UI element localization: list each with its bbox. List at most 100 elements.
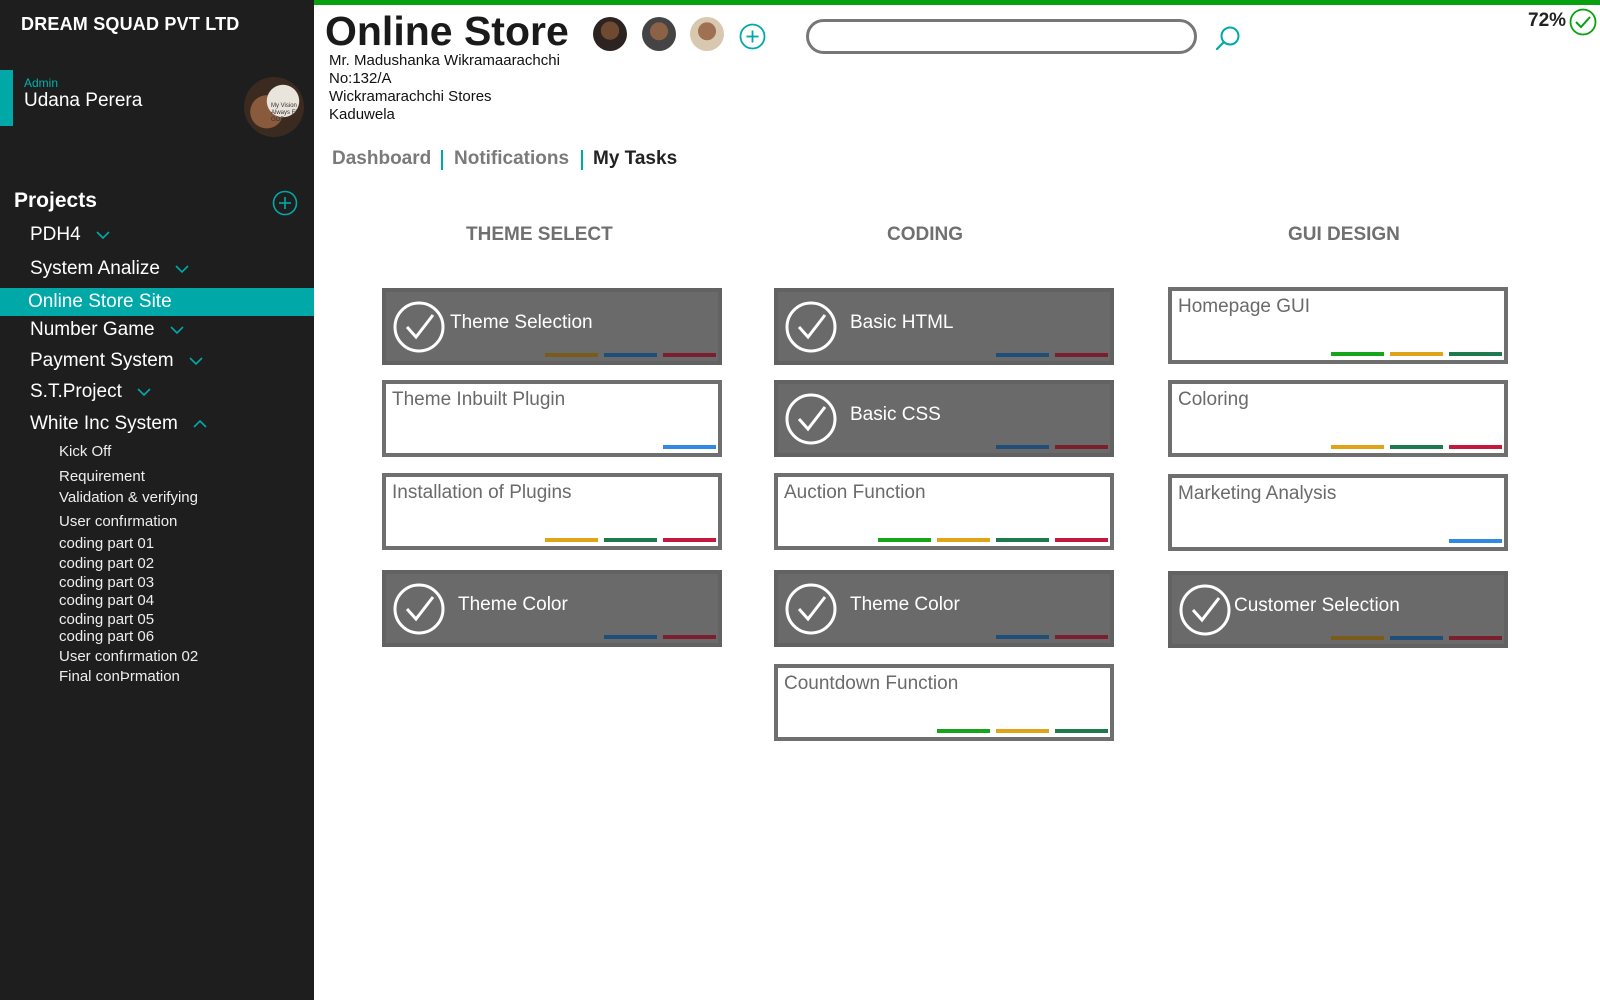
subitem-coding-part-02[interactable]: coding part 02 xyxy=(59,555,154,573)
add-member-icon[interactable] xyxy=(739,23,766,50)
check-circle-icon[interactable] xyxy=(784,300,838,354)
tag-bar-green xyxy=(1449,352,1502,356)
check-circle-icon[interactable] xyxy=(784,582,838,636)
tag-bar-amber xyxy=(1331,445,1384,449)
task-card[interactable]: Theme Inbuilt Plugin xyxy=(382,380,722,457)
tag-bar-navy xyxy=(996,353,1049,357)
task-card[interactable]: Coloring xyxy=(1168,380,1508,457)
tab-separator xyxy=(441,150,443,170)
project-item-payment-system[interactable]: Payment System xyxy=(30,346,203,376)
subitem-coding-part-04[interactable]: coding part 04 xyxy=(59,592,154,610)
task-card[interactable]: Theme Selection xyxy=(382,288,722,365)
subitem-user-confirmation[interactable]: User confırmation xyxy=(59,513,177,531)
tag-bar-crimson xyxy=(1449,445,1502,449)
tag-bars xyxy=(604,635,716,639)
client-address-line-1: No:132/A xyxy=(329,70,392,87)
team-member-avatar[interactable] xyxy=(642,17,676,51)
tag-bars xyxy=(996,445,1108,449)
tab-my-tasks[interactable]: My Tasks xyxy=(593,148,677,170)
project-label: Number Game xyxy=(30,319,155,340)
tag-bars xyxy=(937,729,1108,733)
task-card[interactable]: Homepage GUI xyxy=(1168,287,1508,364)
tag-bars xyxy=(1331,352,1502,356)
chevron-up-icon[interactable] xyxy=(193,419,207,429)
task-title: Basic HTML xyxy=(850,312,954,333)
search-icon[interactable] xyxy=(1213,24,1243,54)
task-card[interactable]: Customer Selection xyxy=(1168,571,1508,648)
column-heading-gui-design: GUI DESIGN xyxy=(1288,224,1400,245)
check-circle-icon[interactable] xyxy=(784,392,838,446)
subitem-coding-part-05[interactable]: coding part 05 xyxy=(59,611,154,629)
project-label: System Analize xyxy=(30,258,160,279)
subitem-requirement[interactable]: Requirement xyxy=(59,468,145,486)
add-project-icon[interactable] xyxy=(272,190,298,216)
project-label: Payment System xyxy=(30,350,174,371)
chevron-down-icon[interactable] xyxy=(137,387,151,397)
chevron-down-icon[interactable] xyxy=(96,230,110,240)
project-item-online-store-site[interactable]: Online Store Site xyxy=(0,288,314,316)
task-title: Customer Selection xyxy=(1234,595,1400,616)
chevron-down-icon[interactable] xyxy=(175,264,189,274)
tag-bar-navy xyxy=(996,445,1049,449)
chevron-down-icon[interactable] xyxy=(189,356,203,366)
search-input[interactable] xyxy=(806,19,1197,54)
user-avatar[interactable]: My Vision Always Fl... GOD xyxy=(244,77,304,137)
subitem-kick-off[interactable]: Kick Off xyxy=(59,443,111,461)
tag-bar-lime xyxy=(937,729,990,733)
project-label: PDH4 xyxy=(30,224,81,245)
tag-bars xyxy=(996,635,1108,639)
task-title: Theme Selection xyxy=(450,312,593,333)
subitem-coding-part-03[interactable]: coding part 03 xyxy=(59,574,154,592)
subitem-coding-part-06[interactable]: coding part 06 xyxy=(59,628,154,646)
tag-bar-amber xyxy=(937,538,990,542)
tag-bar-blue xyxy=(663,445,716,449)
tag-bar-navy xyxy=(604,353,657,357)
client-name: Mr. Madushanka Wikramaarachchi xyxy=(329,52,560,69)
check-circle-icon[interactable] xyxy=(1178,583,1232,637)
tag-bar-amber xyxy=(545,538,598,542)
task-card[interactable]: Basic CSS xyxy=(774,380,1114,457)
tag-bars xyxy=(878,538,1108,542)
tab-dashboard[interactable]: Dashboard xyxy=(332,148,431,170)
subitem-coding-part-01[interactable]: coding part 01 xyxy=(59,535,154,553)
client-address-line-2: Wickramarachchi Stores xyxy=(329,88,492,105)
team-member-avatar[interactable] xyxy=(593,17,627,51)
tag-bar-green xyxy=(1055,729,1108,733)
subitem-validation[interactable]: Validation & verifying xyxy=(59,489,198,507)
task-card[interactable]: Auction Function xyxy=(774,473,1114,550)
team-member-avatar[interactable] xyxy=(690,17,724,51)
check-circle-icon[interactable] xyxy=(392,300,446,354)
task-card[interactable]: Countdown Function xyxy=(774,664,1114,741)
tag-bar-blue xyxy=(1449,539,1502,543)
task-card[interactable]: Marketing Analysis xyxy=(1168,474,1508,551)
project-item-pdh4[interactable]: PDH4 xyxy=(30,220,110,250)
tag-bars xyxy=(663,445,716,449)
chevron-down-icon[interactable] xyxy=(170,325,184,335)
subitem-user-confirmation-02[interactable]: User confırmation 02 xyxy=(59,648,198,666)
tag-bar-crimson xyxy=(663,538,716,542)
task-card[interactable]: Basic HTML xyxy=(774,288,1114,365)
tag-bar-maroon xyxy=(1449,636,1502,640)
tab-notifications[interactable]: Notifications xyxy=(454,148,569,170)
tag-bar-green xyxy=(996,538,1049,542)
task-title: Marketing Analysis xyxy=(1178,483,1337,504)
check-circle-icon xyxy=(1569,8,1597,36)
task-title: Basic CSS xyxy=(850,404,941,425)
task-card[interactable]: Theme Color xyxy=(382,570,722,647)
task-title: Auction Function xyxy=(784,482,926,503)
task-card[interactable]: Theme Color xyxy=(774,570,1114,647)
tag-bar-maroon xyxy=(1055,635,1108,639)
page-title: Online Store xyxy=(325,8,569,54)
project-item-white-inc-system[interactable]: White Inc System xyxy=(30,409,207,439)
project-item-st-project[interactable]: S.T.Project xyxy=(30,377,151,407)
projects-heading: Projects xyxy=(14,189,97,212)
sidebar: DREAM SQUAD PVT LTD Admin Udana Perera M… xyxy=(0,0,314,1000)
project-item-number-game[interactable]: Number Game xyxy=(30,315,184,345)
subitem-final-confirmation[interactable]: Final conÞrmation xyxy=(59,668,180,686)
project-label: White Inc System xyxy=(30,413,178,434)
check-circle-icon[interactable] xyxy=(392,582,446,636)
project-item-system-analize[interactable]: System Analize xyxy=(30,254,189,284)
tag-bar-navy xyxy=(1390,636,1443,640)
column-heading-theme-select: THEME SELECT xyxy=(466,224,613,245)
task-card[interactable]: Installation of Plugins xyxy=(382,473,722,550)
